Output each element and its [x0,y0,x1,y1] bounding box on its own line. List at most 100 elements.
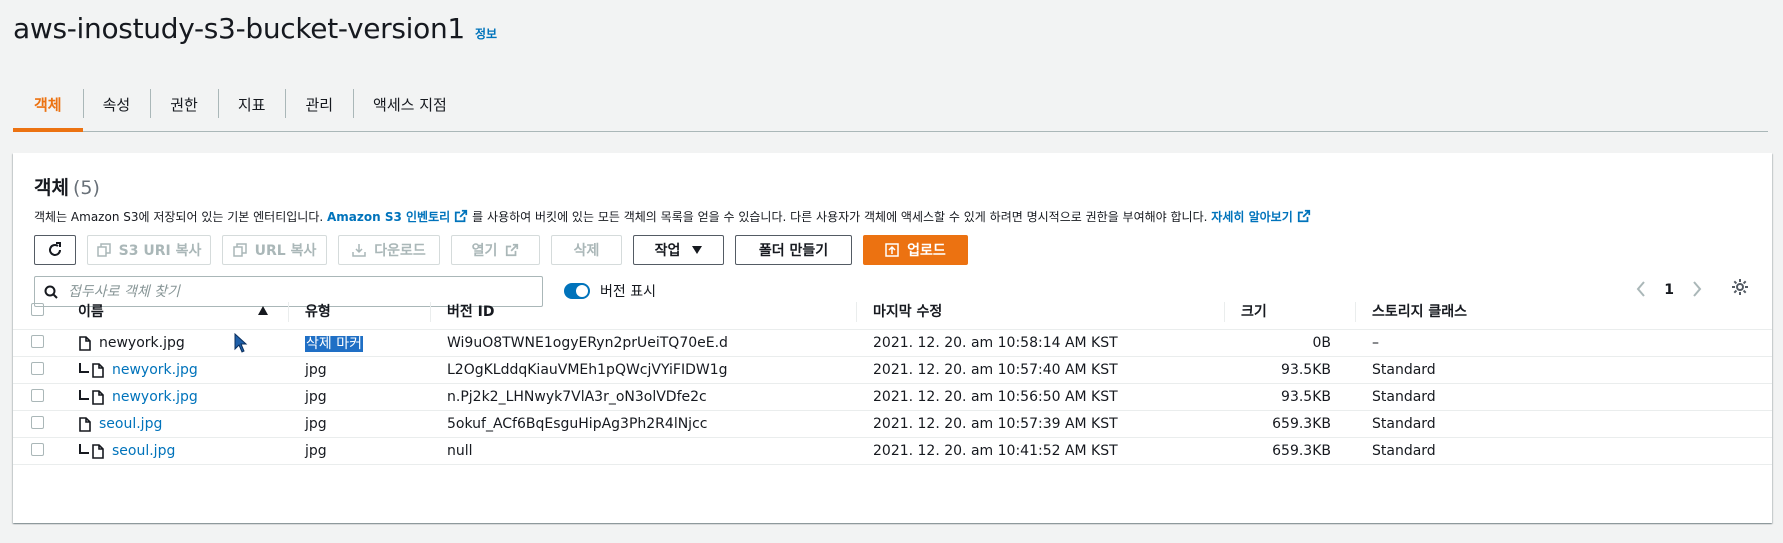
row-checkbox[interactable] [31,361,44,375]
create-folder-button[interactable]: 폴더 만들기 [735,235,852,265]
last-modified-cell: 2021. 12. 20. am 10:56:50 AM KST [856,383,1224,411]
info-link[interactable]: 정보 [475,25,497,42]
external-link-icon [505,243,519,257]
type-cell: jpg [288,437,430,465]
button-label: 폴더 만들기 [758,243,829,259]
file-icon [92,362,104,378]
tab-label: 속성 [102,96,131,114]
row-select-cell [13,383,75,411]
object-name: newyork.jpg [99,335,185,351]
storage-class-cell: Standard [1355,383,1772,411]
copy-url-button[interactable]: URL 복사 [222,235,327,265]
tab-permissions[interactable]: 권한 [150,78,218,131]
last-modified-cell: 2021. 12. 20. am 10:57:39 AM KST [856,410,1224,438]
storage-class: Standard [1372,443,1436,459]
button-label: 업로드 [907,243,946,259]
object-name[interactable]: newyork.jpg [112,362,198,378]
size-cell: 93.5KB [1224,356,1355,384]
learn-more-link[interactable]: 자세히 알아보기 [1211,210,1292,224]
size-cell: 93.5KB [1224,383,1355,411]
table-row[interactable]: newyork.jpg 삭제 마커 Wi9uO8TWNE1ogyERyn2prUei… [13,329,1772,357]
caret-down-icon [692,246,703,254]
last-modified-cell: 2021. 12. 20. am 10:58:14 AM KST [856,329,1224,357]
size-cell: 659.3KB [1224,437,1355,465]
row-checkbox[interactable] [31,442,44,456]
tab-label: 관리 [305,96,334,114]
row-checkbox[interactable] [31,388,44,402]
button-label: 작업 [654,243,681,259]
table-row[interactable]: newyork.jpg jpg n.Pj2k2_LHNwyk7VlA3r_oN3ol… [13,383,1772,411]
name-cell: newyork.jpg [75,329,288,357]
tab-label: 지표 [237,96,266,114]
row-checkbox[interactable] [31,334,44,348]
column-header-storage-class[interactable]: 스토리지 클래스 [1355,293,1772,330]
object-size: 93.5KB [1281,362,1331,378]
open-button[interactable]: 열기 [451,235,540,265]
table-header-row: 이름 유형 버전 ID 마지막 수정 크기 스토리지 클래스 [13,293,1772,330]
column-header-name[interactable]: 이름 [75,293,288,330]
version-id: 5okuf_ACf6BqEsguHipAg3Ph2R4lNjcc [447,416,708,432]
column-header-type[interactable]: 유형 [288,293,430,330]
version-id-cell: Wi9uO8TWNE1ogyERyn2prUeiTQ70eE.d [430,329,856,357]
type-cell: 삭제 마커 [288,329,430,357]
header-label: 이름 [78,304,104,320]
object-size: 659.3KB [1272,443,1331,459]
name-cell: newyork.jpg [75,383,288,411]
row-checkbox[interactable] [31,415,44,429]
version-id: L2OgKLddqKiauVMEh1pQWcjVYiFIDW1g [447,362,728,378]
version-id-cell: 5okuf_ACf6BqEsguHipAg3Ph2R4lNjcc [430,410,856,438]
table-row[interactable]: newyork.jpg jpg L2OgKLddqKiauVMEh1pQWcjVYi… [13,356,1772,384]
column-header-size[interactable]: 크기 [1224,293,1355,330]
version-id: Wi9uO8TWNE1ogyERyn2prUeiTQ70eE.d [447,335,728,351]
actions-dropdown-button[interactable]: 작업 [633,235,724,265]
tab-properties[interactable]: 속성 [82,78,151,131]
button-label: 삭제 [573,243,600,259]
sort-ascending-icon [258,306,268,315]
storage-class: Standard [1372,389,1436,405]
delete-button[interactable]: 삭제 [551,235,622,265]
select-all-checkbox[interactable] [31,302,44,316]
object-name[interactable]: seoul.jpg [99,416,162,432]
mouse-cursor-icon [234,333,248,353]
last-modified: 2021. 12. 20. am 10:41:52 AM KST [873,443,1118,459]
last-modified: 2021. 12. 20. am 10:56:50 AM KST [873,389,1118,405]
tab-access-points[interactable]: 액세스 지점 [353,78,467,131]
storage-class-cell: Standard [1355,356,1772,384]
object-name[interactable]: newyork.jpg [112,389,198,405]
inventory-link[interactable]: Amazon S3 인벤토리 [327,210,450,224]
objects-panel: 객체 (5) 객체는 Amazon S3에 저장되어 있는 기본 엔터티입니다. … [13,153,1772,523]
version-branch-icon [79,390,89,400]
tab-objects[interactable]: 객체 [13,78,83,132]
object-count: (5) [72,177,100,199]
object-size: 0B [1312,335,1331,351]
refresh-button[interactable] [34,235,76,265]
storage-class-cell: Standard [1355,437,1772,465]
file-icon [79,335,91,351]
select-all-cell [13,293,75,330]
header-label: 크기 [1241,304,1267,320]
external-link-icon [1297,209,1310,223]
button-label: 열기 [471,243,498,259]
table-row[interactable]: seoul.jpg jpg 5okuf_ACf6BqEsguHipAg3Ph2R4l… [13,410,1772,438]
download-button[interactable]: 다운로드 [338,235,440,265]
copy-s3-uri-button[interactable]: S3 URI 복사 [87,235,211,265]
row-select-cell [13,437,75,465]
object-size: 93.5KB [1281,389,1331,405]
header-label: 버전 ID [447,304,495,320]
tab-bar: 객체 속성 권한 지표 관리 액세스 지점 [13,78,1768,132]
tab-label: 객체 [34,96,62,114]
storage-class: Standard [1372,362,1436,378]
column-header-last-modified[interactable]: 마지막 수정 [856,293,1224,330]
page-title: aws-inostudy-s3-bucket-version1 [13,12,465,45]
last-modified: 2021. 12. 20. am 10:58:14 AM KST [873,335,1118,351]
version-id-cell: n.Pj2k2_LHNwyk7VlA3r_oN3olVDfe2c [430,383,856,411]
column-header-version-id[interactable]: 버전 ID [430,293,856,330]
object-name[interactable]: seoul.jpg [112,443,175,459]
upload-button[interactable]: 업로드 [863,235,968,265]
tab-management[interactable]: 관리 [285,78,353,131]
version-id: null [447,443,473,459]
button-label: S3 URI 복사 [118,243,202,259]
table-row[interactable]: seoul.jpg jpg null 2021. 12. 20. am 10:41:5… [13,437,1772,465]
size-cell: 0B [1224,329,1355,357]
tab-metrics[interactable]: 지표 [217,78,286,131]
